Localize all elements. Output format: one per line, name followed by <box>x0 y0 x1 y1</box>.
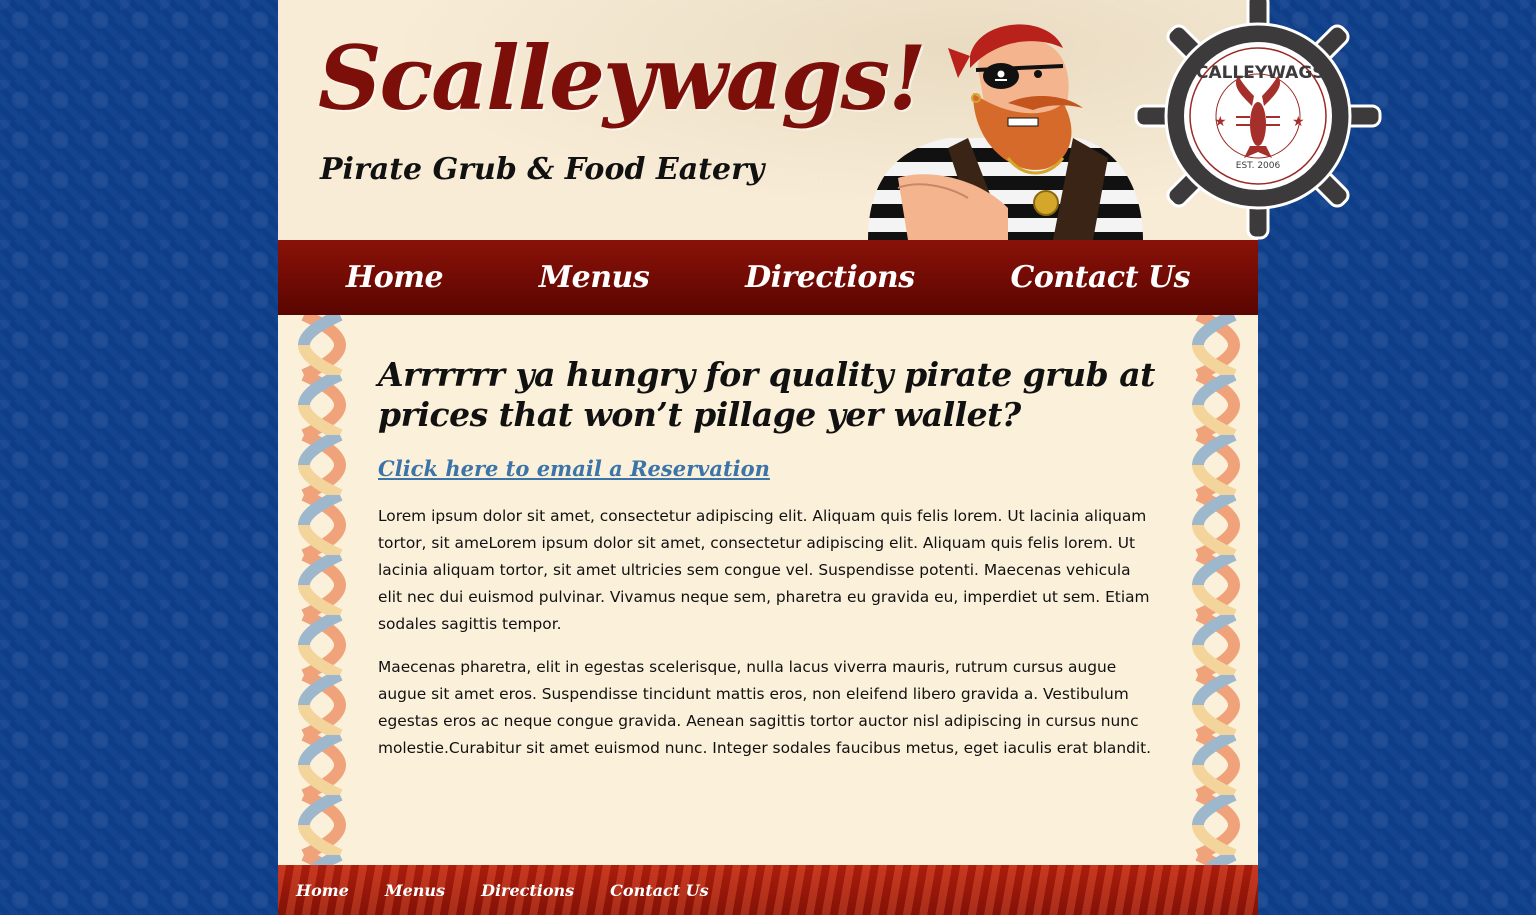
pirate-mascot-image <box>868 24 1143 240</box>
body-paragraph-2: Maecenas pharetra, elit in egestas scele… <box>378 658 1152 758</box>
page-container: Scalleywags! Pirate Grub & Food Eatery ★… <box>278 0 1382 915</box>
nav-item-directions[interactable]: Directions <box>745 260 915 295</box>
site-header: Scalleywags! Pirate Grub & Food Eatery ★… <box>278 0 1382 240</box>
footer-link-home[interactable]: Home <box>296 881 349 900</box>
logo-established-text: EST. 2006 <box>1236 161 1281 171</box>
rope-border-left <box>296 315 348 865</box>
main-nav: Home Menus Directions Contact Us <box>278 240 1258 315</box>
nav-item-contact-us[interactable]: Contact Us <box>1010 260 1190 295</box>
rope-border-right <box>1190 315 1242 865</box>
footer-link-directions[interactable]: Directions <box>481 881 574 900</box>
logo-ring-text: SCALLEYWAGS! <box>1184 63 1333 83</box>
nav-item-menus[interactable]: Menus <box>539 260 650 295</box>
site-tagline: Pirate Grub & Food Eatery <box>320 152 765 187</box>
email-reservation-link[interactable]: Click here to email a Reservation <box>378 456 770 481</box>
svg-text:★: ★ <box>1292 114 1305 130</box>
nav-item-home[interactable]: Home <box>346 260 444 295</box>
site-footer: Home Menus Directions Contact Us <box>278 865 1258 915</box>
main-content-area: Arrrrrr ya hungry for quality pirate gru… <box>278 315 1258 865</box>
footer-link-menus[interactable]: Menus <box>385 881 445 900</box>
site-title: Scalleywags! <box>318 26 927 130</box>
ship-wheel-logo[interactable]: ★ ★ SCALLEYWAGS! EST. 2006 <box>1126 0 1390 248</box>
body-paragraph-1: Lorem ipsum dolor sit amet, consectetur … <box>378 507 1150 634</box>
footer-link-contact-us[interactable]: Contact Us <box>610 881 708 900</box>
page-heading: Arrrrrr ya hungry for quality pirate gru… <box>378 355 1155 434</box>
main-content: Arrrrrr ya hungry for quality pirate gru… <box>378 355 1158 778</box>
svg-text:★: ★ <box>1214 114 1227 130</box>
